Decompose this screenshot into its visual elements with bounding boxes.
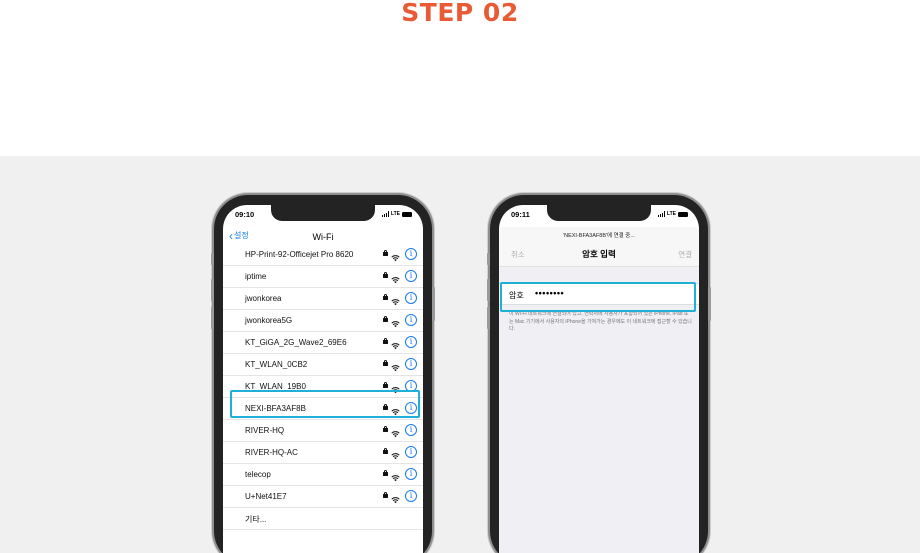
wifi-signal-icon: [391, 249, 400, 262]
network-name: jwonkorea: [245, 294, 282, 303]
network-name: KT_WLAN_0CB2: [245, 360, 308, 369]
password-sheet-body: 암호 •••••••• 이 Wi-Fi 네트워크에 연결되어 있고, 연락처에 …: [499, 267, 699, 553]
info-icon[interactable]: i: [405, 380, 417, 392]
illustration-background: [0, 156, 920, 553]
info-icon[interactable]: i: [405, 468, 417, 480]
phone-wifi-list: 09:10 LTE ‹ 설정 Wi-Fi HP-Print-92-Officej…: [211, 195, 435, 553]
signal-icon: [657, 211, 665, 217]
wifi-signal-icon: [391, 469, 400, 482]
wifi-network-row[interactable]: jwonkorea i: [223, 288, 423, 310]
network-type: LTE: [390, 211, 400, 217]
wifi-signal-icon: [391, 403, 400, 416]
join-button[interactable]: 연결: [678, 249, 692, 260]
side-button: [708, 287, 711, 321]
password-input[interactable]: ••••••••: [535, 288, 564, 298]
volume-up-button: [487, 279, 490, 301]
battery-icon: [402, 211, 412, 217]
wifi-signal-icon: [391, 447, 400, 460]
network-name: KT_GiGA_2G_Wave2_69E6: [245, 338, 347, 347]
password-field-row[interactable]: 암호 ••••••••: [499, 283, 699, 305]
network-name: KT_WLAN_19B0: [245, 382, 306, 391]
lock-icon: [383, 448, 388, 454]
wifi-network-row[interactable]: U+Net41E7 i: [223, 486, 423, 508]
volume-down-button: [211, 307, 214, 329]
wifi-signal-icon: [391, 359, 400, 372]
status-bar: 09:11 LTE: [499, 210, 699, 222]
network-name: iptime: [245, 272, 267, 281]
info-icon[interactable]: i: [405, 358, 417, 370]
network-name: RIVER-HQ: [245, 426, 285, 435]
wifi-signal-icon: [391, 425, 400, 438]
info-icon[interactable]: i: [405, 314, 417, 326]
network-name: jwonkorea5G: [245, 316, 293, 325]
lock-icon: [383, 492, 388, 498]
screen: 09:10 LTE ‹ 설정 Wi-Fi HP-Print-92-Officej…: [223, 205, 423, 553]
mute-switch: [211, 253, 214, 265]
info-icon[interactable]: i: [405, 402, 417, 414]
wifi-network-row[interactable]: iptime i: [223, 266, 423, 288]
network-name: RIVER-HQ-AC: [245, 448, 298, 457]
lock-icon: [383, 316, 388, 322]
wifi-signal-icon: [391, 337, 400, 350]
info-icon[interactable]: i: [405, 292, 417, 304]
info-icon[interactable]: i: [405, 336, 417, 348]
network-name: telecop: [245, 470, 271, 479]
other-network-row[interactable]: 기타...: [223, 508, 423, 530]
wifi-network-row[interactable]: KT_GiGA_2G_Wave2_69E6 i: [223, 332, 423, 354]
sheet-title: 암호 입력: [582, 249, 616, 259]
lock-icon: [383, 294, 388, 300]
network-type: LTE: [666, 211, 676, 217]
wifi-network-row[interactable]: jwonkorea5G i: [223, 310, 423, 332]
step-title: STEP 02: [401, 0, 519, 27]
volume-down-button: [487, 307, 490, 329]
wifi-signal-icon: [391, 271, 400, 284]
lock-icon: [383, 426, 388, 432]
info-icon[interactable]: i: [405, 248, 417, 260]
wifi-network-row[interactable]: KT_WLAN_19B0 i: [223, 376, 423, 398]
lock-icon: [383, 360, 388, 366]
volume-up-button: [211, 279, 214, 301]
mute-switch: [487, 253, 490, 265]
network-name: NEXI-BFA3AF8B: [245, 404, 306, 413]
wifi-network-row[interactable]: KT_WLAN_0CB2 i: [223, 354, 423, 376]
wifi-network-row[interactable]: NEXI-BFA3AF8B i: [223, 398, 423, 420]
lock-icon: [383, 404, 388, 410]
lock-icon: [383, 272, 388, 278]
wifi-network-row[interactable]: RIVER-HQ i: [223, 420, 423, 442]
lock-icon: [383, 470, 388, 476]
signal-icon: [381, 211, 389, 217]
battery-icon: [678, 211, 688, 217]
lock-icon: [383, 250, 388, 256]
network-name: HP-Print-92-Officejet Pro 8620: [245, 250, 354, 259]
status-time: 09:11: [511, 210, 530, 219]
page-title: Wi-Fi: [312, 232, 334, 242]
wifi-signal-icon: [391, 315, 400, 328]
lock-icon: [383, 338, 388, 344]
status-bar: 09:10 LTE: [223, 210, 423, 222]
wifi-network-list: HP-Print-92-Officejet Pro 8620 i iptime i jw…: [223, 244, 423, 530]
info-icon[interactable]: i: [405, 270, 417, 282]
info-icon[interactable]: i: [405, 424, 417, 436]
connecting-subtitle: 'NEXI-BFA3AF8B'에 연결 중...: [563, 233, 635, 239]
wifi-network-row[interactable]: HP-Print-92-Officejet Pro 8620 i: [223, 244, 423, 266]
other-network-label: 기타...: [245, 515, 267, 524]
wifi-signal-icon: [391, 491, 400, 504]
side-button: [432, 287, 435, 321]
wifi-signal-icon: [391, 381, 400, 394]
lock-icon: [383, 382, 388, 388]
info-icon[interactable]: i: [405, 446, 417, 458]
info-icon[interactable]: i: [405, 490, 417, 502]
wifi-signal-icon: [391, 293, 400, 306]
status-time: 09:10: [235, 210, 255, 219]
wifi-network-row[interactable]: telecop i: [223, 464, 423, 486]
screen: 09:11 LTE 'NEXI-BFA3AF8B'에 연결 중... 취소 암호…: [499, 205, 699, 553]
network-name: U+Net41E7: [245, 492, 287, 501]
wifi-network-row[interactable]: RIVER-HQ-AC i: [223, 442, 423, 464]
password-help-text: 이 Wi-Fi 네트워크에 연결되어 있고, 연락처에 사용자가 포함되어 있는…: [509, 311, 692, 332]
password-label: 암호: [509, 291, 524, 300]
password-sheet-header: 'NEXI-BFA3AF8B'에 연결 중... 취소 암호 입력 연결: [499, 227, 699, 267]
phone-password-dialog: 09:11 LTE 'NEXI-BFA3AF8B'에 연결 중... 취소 암호…: [487, 195, 711, 553]
